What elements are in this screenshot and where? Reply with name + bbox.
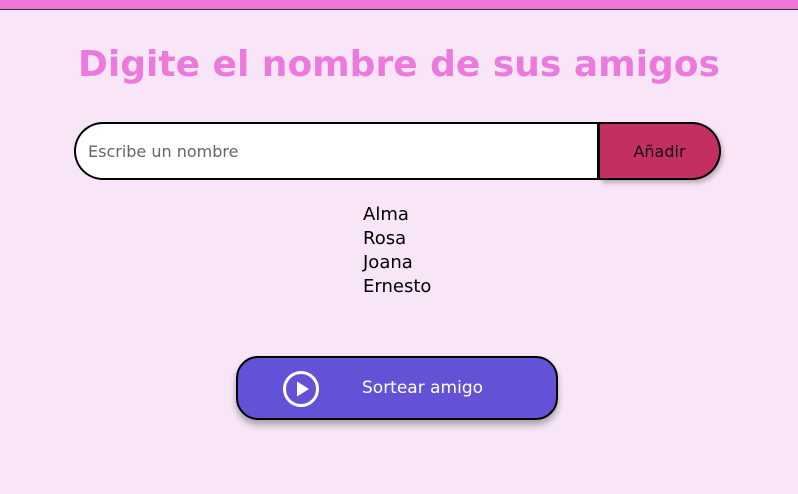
list-item: Joana (363, 252, 413, 273)
friend-list: Alma Rosa Joana Ernesto (363, 203, 431, 299)
page-title: Digite el nombre de sus amigos (78, 44, 720, 85)
list-item: Alma (363, 204, 409, 225)
play-circle-icon (283, 371, 319, 407)
name-input-group: Añadir (74, 122, 721, 180)
name-input[interactable] (74, 122, 600, 180)
top-accent-bar (0, 0, 798, 10)
list-item: Rosa (363, 228, 407, 249)
add-button[interactable]: Añadir (600, 122, 721, 180)
list-item: Ernesto (363, 276, 432, 297)
draw-button-label: Sortear amigo (362, 378, 484, 398)
draw-friend-button[interactable]: Sortear amigo (236, 356, 558, 420)
